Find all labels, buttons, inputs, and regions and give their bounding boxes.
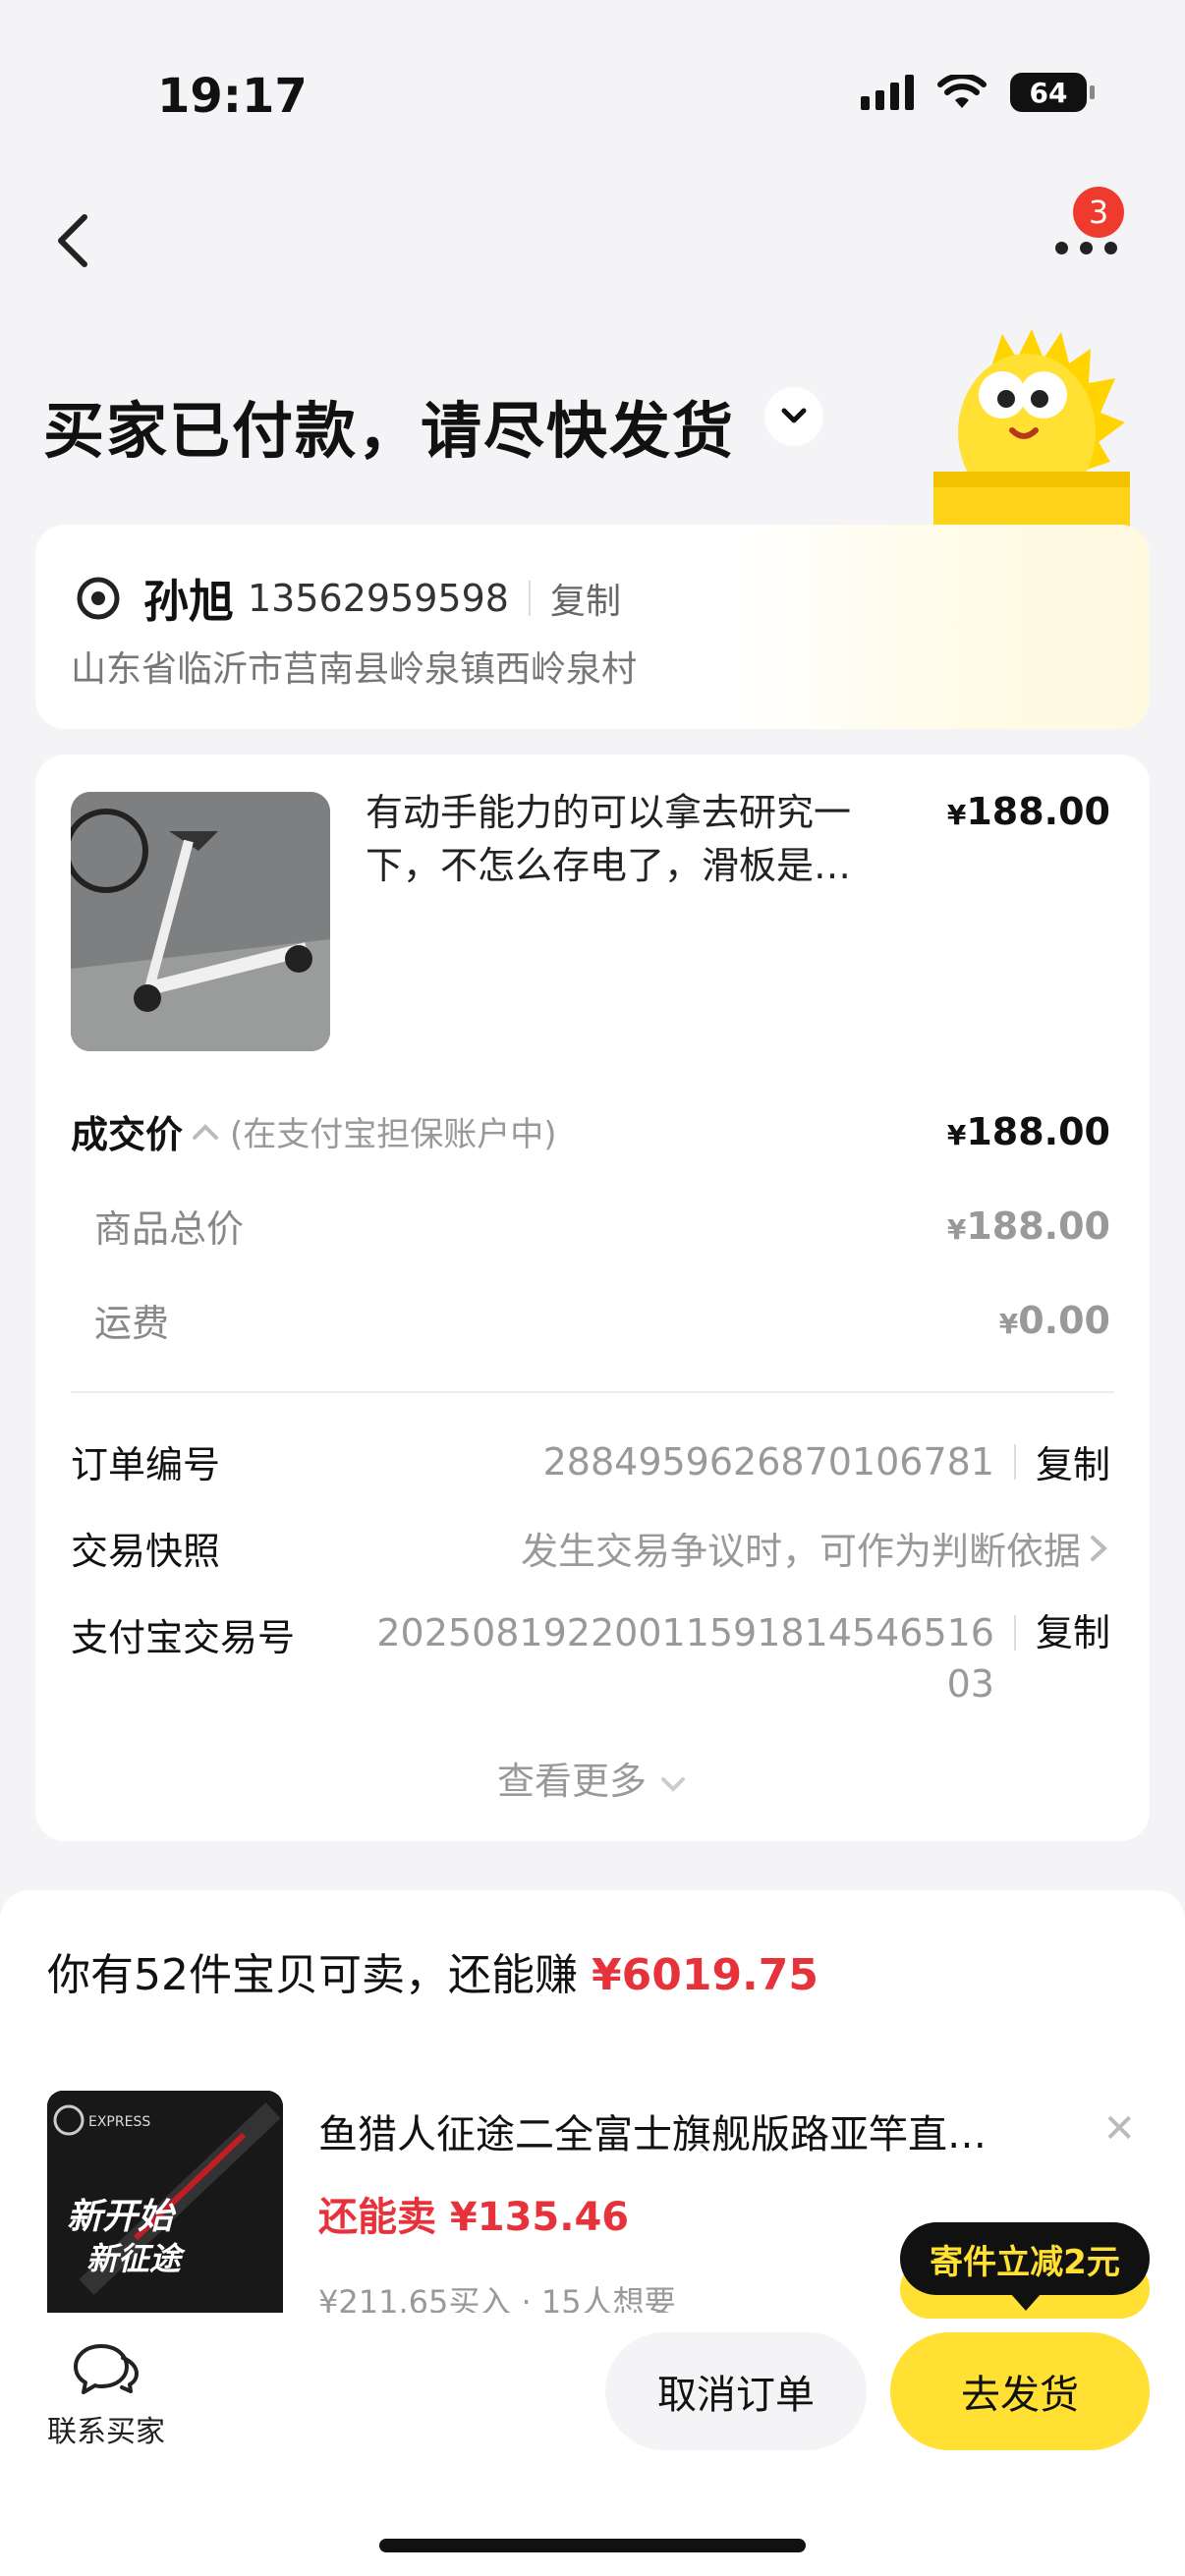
- alipay-number-row: 支付宝交易号 20250819220011591814546516 03 复制: [71, 1607, 1110, 1709]
- divider: [71, 1391, 1114, 1393]
- location-pin-icon: [77, 577, 120, 620]
- notification-badge: 3: [1073, 187, 1124, 238]
- ship-button[interactable]: 去发货: [890, 2332, 1150, 2450]
- order-number-value: 2884959626870106781 复制: [543, 1434, 1110, 1488]
- chevron-right-icon: [1091, 1535, 1107, 1561]
- order-number-row: 订单编号 2884959626870106781 复制: [71, 1434, 1110, 1488]
- cancel-order-button[interactable]: 取消订单: [605, 2332, 867, 2450]
- signal-icon: [861, 75, 914, 110]
- see-more-button[interactable]: 查看更多: [35, 1751, 1150, 1805]
- alipay-number-value: 20250819220011591814546516 03 复制: [376, 1607, 1110, 1709]
- buyer-phone: 13562959598: [248, 577, 509, 620]
- svg-text:新征途: 新征途: [86, 2240, 186, 2277]
- copy-alipay-number-button[interactable]: 复制: [1036, 1607, 1110, 1658]
- status-bar: 19:17 64: [0, 0, 1185, 196]
- total-price-value: ¥188.00: [946, 1204, 1110, 1248]
- status-icons: 64: [861, 73, 1095, 112]
- battery-icon: 64: [1010, 73, 1095, 112]
- deal-price-value: ¥188.00: [946, 1109, 1110, 1153]
- total-price-label: 商品总价: [94, 1207, 245, 1251]
- deal-price-note: (在支付宝担保账户中): [230, 1115, 557, 1154]
- recommend-headline: 你有52件宝贝可卖，还能赚 ¥6019.75: [47, 1950, 819, 2000]
- order-card: 有动手能力的可以拿去研究一下，不怎么存电了，滑板是… ¥188.00 成交价 (…: [35, 755, 1150, 1841]
- wifi-icon: [937, 75, 987, 108]
- bottom-action-bar: 联系买家 取消订单 去发货: [0, 2313, 1185, 2576]
- mascot-illustration: [933, 329, 1130, 540]
- close-icon[interactable]: ✕: [1102, 2106, 1136, 2152]
- divider: [528, 581, 531, 616]
- buyer-address: 山东省临沂市莒南县岭泉镇西岭泉村: [71, 649, 638, 690]
- buyer-name: 孙旭: [143, 575, 234, 628]
- svg-text:EXPRESS: EXPRESS: [88, 2114, 150, 2130]
- status-time: 19:17: [157, 69, 308, 124]
- chevron-down-icon: [781, 408, 807, 423]
- product-price: ¥188.00: [946, 790, 1110, 833]
- order-number-label: 订单编号: [71, 1443, 221, 1486]
- chevron-left-icon: [58, 214, 87, 267]
- scooter-photo: [71, 792, 330, 1051]
- shipping-value: ¥0.00: [998, 1298, 1110, 1342]
- chevron-down-icon: [661, 1777, 686, 1792]
- shipping-row: 运费 ¥0.00: [71, 1293, 1110, 1347]
- more-button[interactable]: 3: [1055, 187, 1124, 267]
- shipping-discount-tip: 寄件立减2元: [900, 2222, 1150, 2311]
- alipay-number-label: 支付宝交易号: [71, 1616, 296, 1659]
- snapshot-label: 交易快照: [71, 1530, 221, 1573]
- copy-address-button[interactable]: 复制: [550, 573, 621, 624]
- home-indicator: [379, 2539, 806, 2552]
- chevron-up-icon: [193, 1123, 219, 1140]
- divider: [1013, 1443, 1016, 1480]
- deal-price-label: 成交价: [71, 1113, 184, 1156]
- total-price-row: 商品总价 ¥188.00: [71, 1199, 1110, 1253]
- more-icon: [1055, 242, 1117, 254]
- address-card: 孙旭 13562959598 复制 山东省临沂市莒南县岭泉镇西岭泉村: [35, 525, 1150, 729]
- snapshot-row[interactable]: 交易快照 发生交易争议时，可作为判断依据: [71, 1521, 1110, 1575]
- snapshot-value: 发生交易争议时，可作为判断依据: [521, 1521, 1110, 1575]
- chat-icon: [74, 2344, 139, 2394]
- svg-text:新开始: 新开始: [67, 2197, 177, 2237]
- product-title[interactable]: 有动手能力的可以拿去研究一下，不怎么存电了，滑板是…: [366, 786, 916, 892]
- contact-buyer-label: 联系买家: [47, 2415, 165, 2449]
- page-title: 买家已付款，请尽快发货: [43, 395, 736, 467]
- recommend-item-image[interactable]: EXPRESS 新开始 新征途: [47, 2091, 283, 2313]
- deal-price-row[interactable]: 成交价 (在支付宝担保账户中) ¥188.00: [71, 1104, 1110, 1158]
- contact-buyer-button[interactable]: 联系买家: [47, 2340, 165, 2450]
- fishing-rod-ad: EXPRESS 新开始 新征途: [47, 2091, 283, 2313]
- title-expand-button[interactable]: [764, 387, 823, 446]
- back-button[interactable]: [49, 211, 98, 270]
- divider: [1013, 1615, 1016, 1651]
- shipping-label: 运费: [94, 1302, 170, 1345]
- recommend-item-title[interactable]: 鱼猎人征途二全富士旗舰版路亚竿直…: [318, 2102, 1026, 2159]
- recommend-item-can-sell: 还能卖 ¥135.46: [318, 2195, 630, 2240]
- copy-order-number-button[interactable]: 复制: [1036, 1434, 1110, 1488]
- product-image[interactable]: [71, 792, 330, 1051]
